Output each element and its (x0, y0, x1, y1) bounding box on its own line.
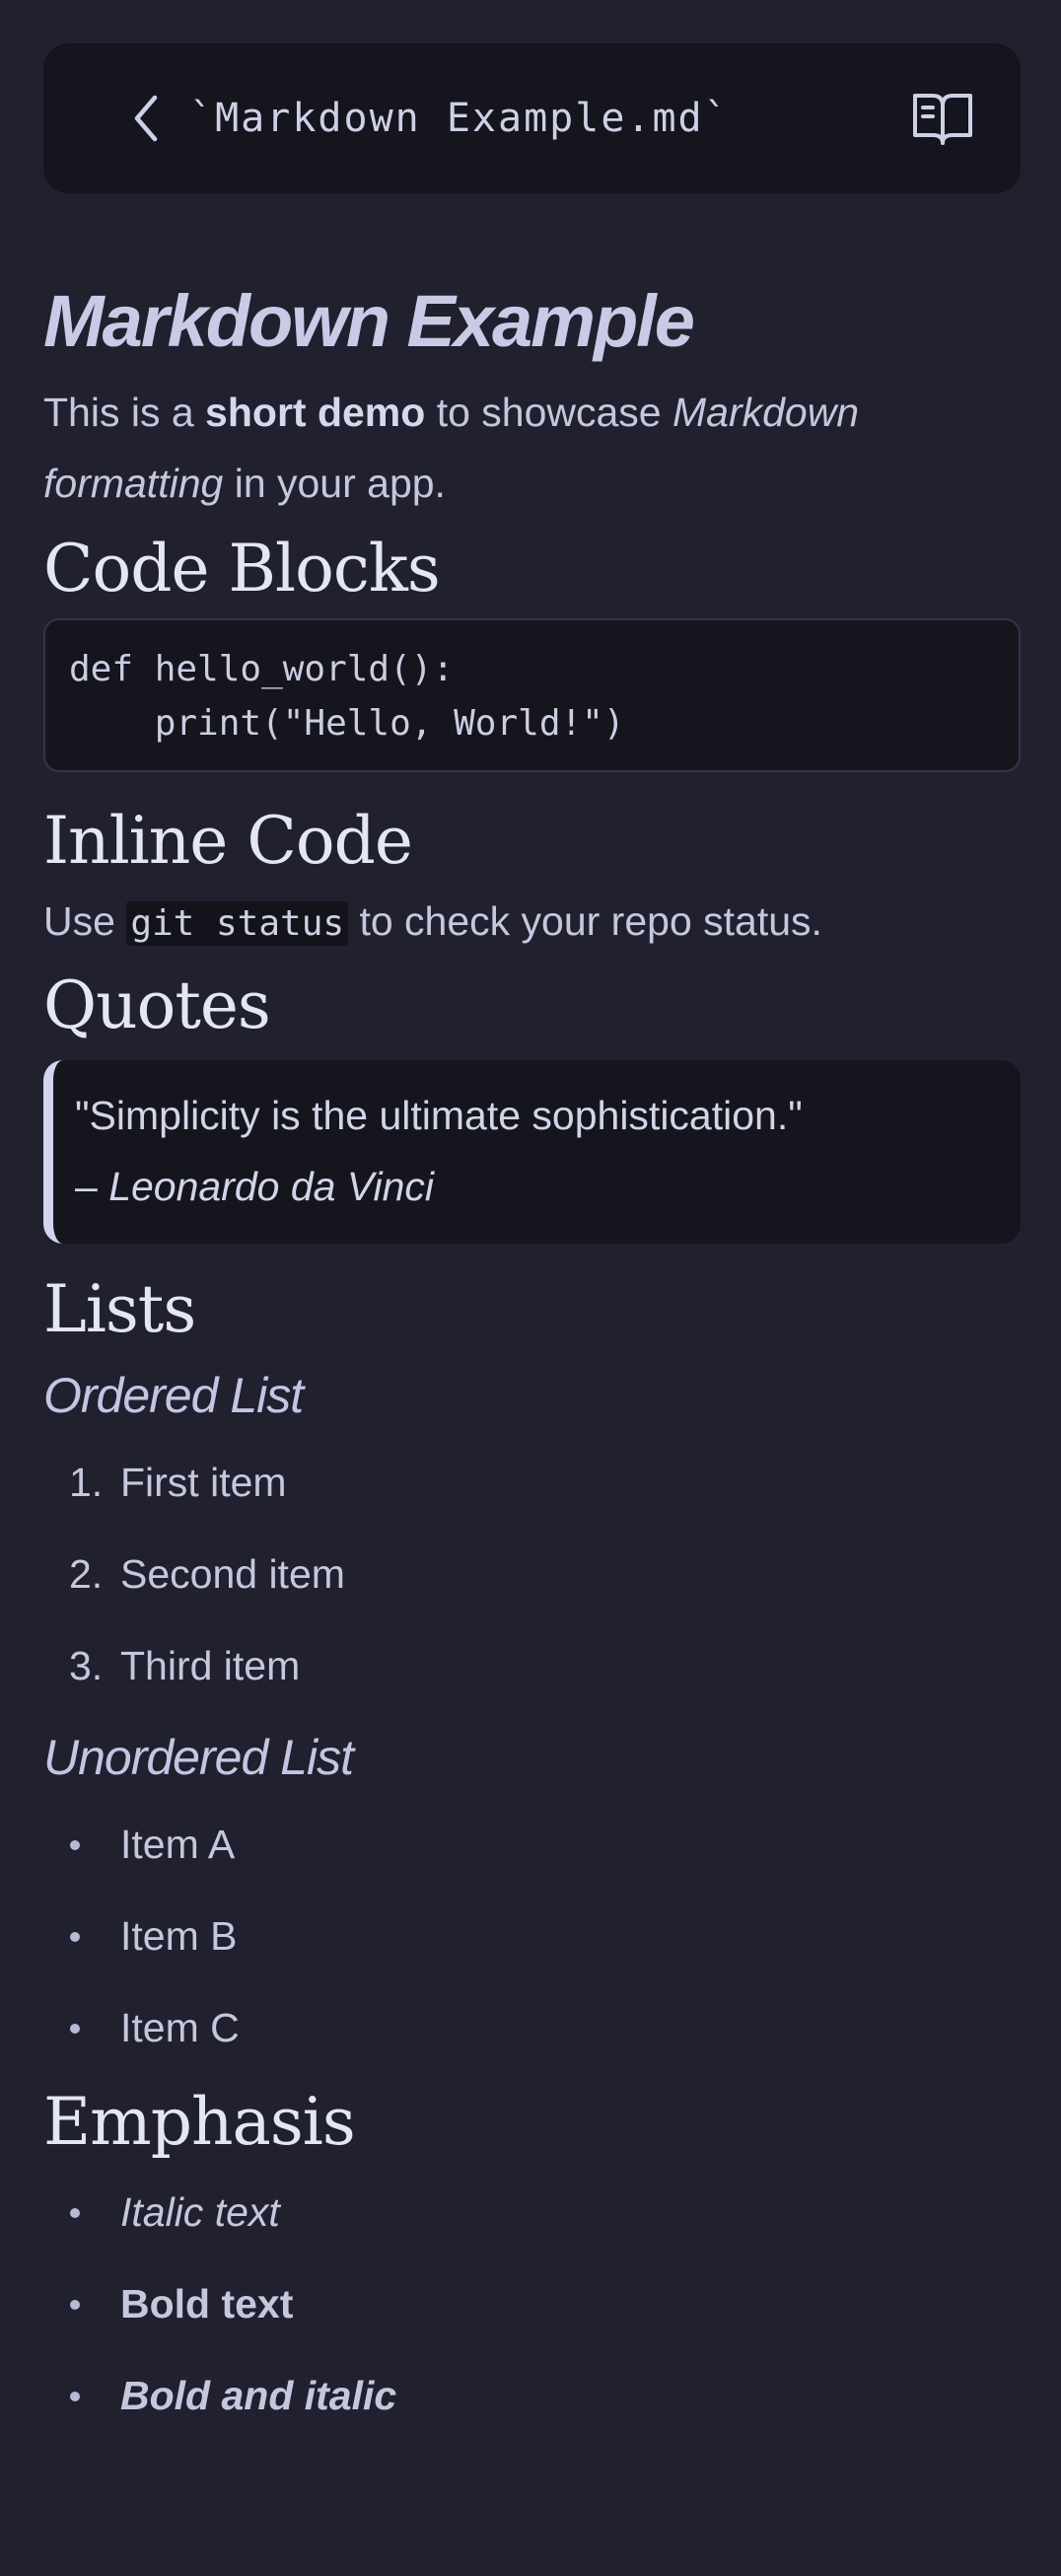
book-open-icon (913, 94, 972, 145)
bullet-icon (70, 2391, 80, 2401)
list-item: Item A (43, 1799, 1021, 1891)
list-item-text: Third item (120, 1643, 301, 1688)
list-number: 3. (69, 1643, 104, 1688)
list-item: 3. Third item (43, 1620, 1021, 1712)
list-item: Bold text (43, 2258, 1021, 2350)
intro-text: in your app. (223, 461, 446, 506)
bullet-icon (70, 1839, 80, 1850)
heading-ordered-list: Ordered List (43, 1368, 304, 1423)
list-item-text: Item C (120, 2005, 240, 2050)
italic-text: Italic text (120, 2189, 280, 2235)
heading-unordered-list: Unordered List (43, 1730, 354, 1785)
bullet-icon (70, 1931, 80, 1942)
heading-inline-code: Inline Code (43, 803, 413, 879)
quote-attribution: – Leonardo da Vinci (75, 1151, 1001, 1222)
paragraph-text: to check your repo status. (348, 898, 822, 944)
list-item-text: First item (120, 1460, 287, 1505)
intro-bold: short demo (205, 390, 426, 435)
heading-emphasis: Emphasis (43, 2084, 356, 2160)
bullet-icon (70, 2207, 80, 2218)
heading-lists: Lists (43, 1271, 196, 1347)
list-item: Italic text (43, 2167, 1021, 2258)
document-title: Markdown Example (43, 280, 695, 362)
intro-text: to showcase (425, 390, 672, 435)
list-item-text: Second item (120, 1551, 345, 1597)
list-item: Item C (43, 1982, 1021, 2074)
inline-code-paragraph: Use git status to check your repo status… (43, 886, 1021, 960)
paragraph-text: Use (43, 898, 127, 944)
heading-quotes: Quotes (43, 967, 271, 1043)
bold-italic-text: Bold and italic (120, 2373, 397, 2418)
emphasis-list: Italic text Bold text Bold and italic (43, 2167, 1021, 2442)
list-item: Bold and italic (43, 2350, 1021, 2442)
file-title: `Markdown Example.md` (189, 96, 730, 141)
quote-author: Leonardo da Vinci (108, 1164, 434, 1209)
list-item: 2. Second item (43, 1529, 1021, 1620)
bullet-icon (70, 2299, 80, 2310)
inline-code: git status (126, 901, 349, 946)
back-button[interactable] (120, 93, 172, 144)
list-item: 1. First item (43, 1437, 1021, 1529)
bold-text: Bold text (120, 2281, 294, 2326)
reader-mode-button[interactable] (908, 84, 977, 153)
heading-code-blocks: Code Blocks (43, 531, 441, 607)
list-number: 1. (69, 1460, 104, 1505)
list-number: 2. (69, 1551, 104, 1597)
markdown-content: Markdown Example This is a short demo to… (43, 266, 1021, 2442)
bullet-icon (70, 2023, 80, 2034)
intro-italic: formatting (43, 461, 224, 506)
quote-text: "Simplicity is the ultimate sophisticati… (75, 1093, 803, 1138)
list-item-text: Item B (120, 1913, 238, 1959)
intro-paragraph: This is a short demo to showcase Markdow… (43, 377, 1021, 519)
unordered-list: Item A Item B Item C (43, 1799, 1021, 2074)
list-item-text: Item A (120, 1822, 236, 1867)
top-bar: `Markdown Example.md` (43, 43, 1021, 193)
intro-italic: Markdown (672, 390, 860, 435)
quote-dash: – (75, 1164, 109, 1209)
ordered-list: 1. First item 2. Second item 3. Third item (43, 1437, 1021, 1712)
blockquote: "Simplicity is the ultimate sophisticati… (43, 1060, 1021, 1244)
list-item: Item B (43, 1891, 1021, 1982)
code-block: def hello_world(): print("Hello, World!"… (43, 618, 1021, 772)
chevron-left-icon (134, 95, 158, 142)
intro-text: This is a (43, 390, 206, 435)
